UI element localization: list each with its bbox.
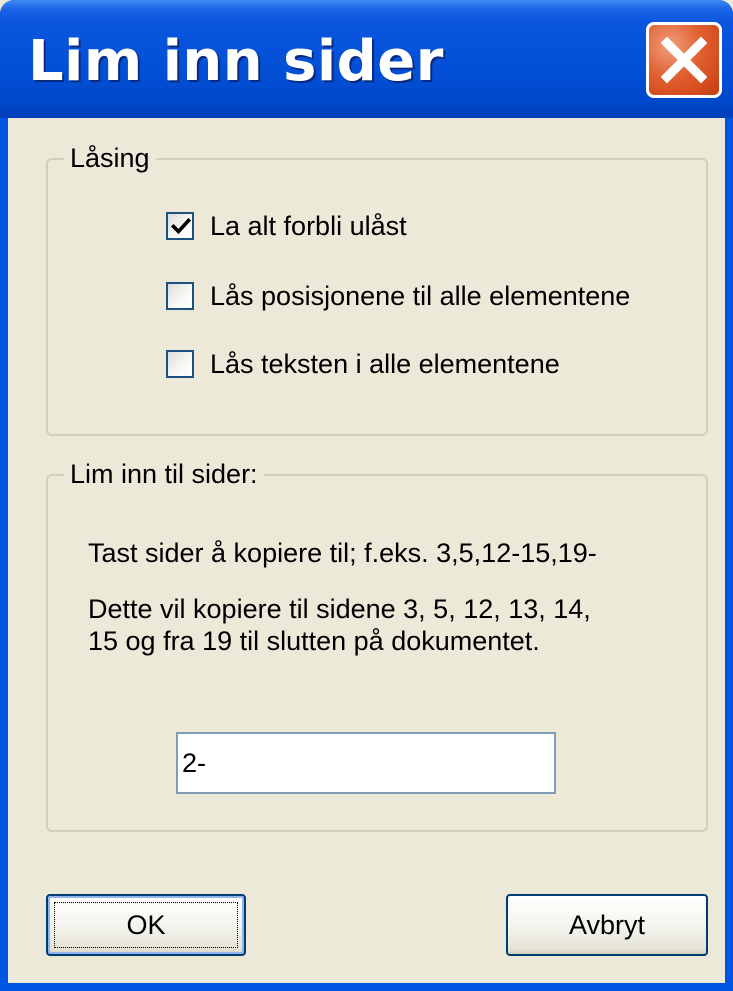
explanation-text-line2: 15 og fra 19 til slutten på dokumentet. bbox=[88, 626, 540, 656]
window-title: Lim inn sider bbox=[28, 29, 444, 94]
close-icon bbox=[660, 36, 708, 84]
close-button[interactable] bbox=[646, 22, 722, 98]
checkbox-row-unlocked[interactable]: La alt forbli ulåst bbox=[166, 206, 407, 246]
ok-button-label: OK bbox=[126, 910, 166, 940]
checkbox-lock-positions[interactable] bbox=[166, 282, 194, 310]
cancel-button-label: Avbryt bbox=[568, 910, 646, 940]
checkbox-label-lock-text: Lås teksten i alle elementene bbox=[210, 349, 560, 379]
paste-pages-group-title: Lim inn til sider: bbox=[64, 458, 264, 490]
checkbox-label-lock-positions: Lås posisjonene til alle elementene bbox=[210, 281, 631, 311]
checkbox-row-lock-positions[interactable]: Lås posisjonene til alle elementene bbox=[166, 276, 630, 316]
locking-group-title: Låsing bbox=[64, 142, 156, 174]
dialog-window: Lim inn sider Låsing La alt forbli ulåst… bbox=[0, 0, 733, 991]
explanation-text-line1: Dette vil kopiere til sidene 3, 5, 12, 1… bbox=[88, 594, 591, 624]
cancel-button[interactable]: Avbryt bbox=[506, 894, 708, 956]
ok-button[interactable]: OK bbox=[46, 894, 246, 956]
checkbox-row-lock-text[interactable]: Lås teksten i alle elementene bbox=[166, 344, 560, 384]
pages-input[interactable] bbox=[176, 732, 556, 794]
dialog-body: Låsing La alt forbli ulåst Lås posisjone… bbox=[8, 118, 725, 983]
checkbox-unlocked[interactable] bbox=[166, 212, 194, 240]
checkbox-label-unlocked: La alt forbli ulåst bbox=[210, 211, 407, 241]
title-bar[interactable]: Lim inn sider bbox=[0, 0, 733, 118]
instruction-text: Tast sider å kopiere til; f.eks. 3,5,12-… bbox=[88, 538, 597, 568]
checkmark-icon bbox=[170, 217, 192, 235]
checkbox-lock-text[interactable] bbox=[166, 350, 194, 378]
